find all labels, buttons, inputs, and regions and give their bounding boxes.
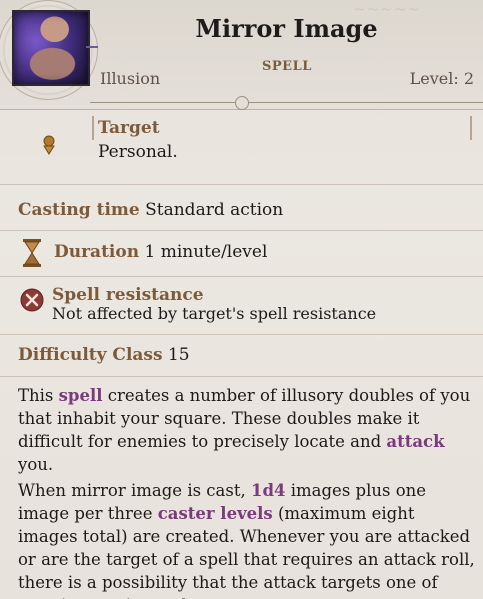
target-arrow-icon (43, 135, 55, 155)
difficulty-class-value: 15 (167, 345, 190, 365)
spell-tooltip: ~~~~~ Mirror Image SPELL Illusion Level:… (0, 0, 483, 599)
hourglass-icon (23, 239, 41, 267)
duration-label: Duration (54, 242, 140, 262)
no-resistance-icon (20, 288, 44, 312)
spell-title: Mirror Image (195, 14, 378, 43)
keyword-link-attack[interactable]: attack (386, 432, 444, 451)
target-label: Target (98, 118, 160, 138)
header-divider (90, 96, 483, 110)
keyword-link-spell[interactable]: spell (59, 386, 103, 405)
casting-time-row: Casting time Standard action (18, 200, 283, 220)
separator (0, 376, 483, 377)
description-paragraph: This spell creates a number of illusory … (18, 386, 471, 474)
divider-ornament (235, 96, 249, 110)
duration-row: Duration 1 minute/level (54, 242, 267, 262)
spell-description: This spell creates a number of illusory … (18, 384, 478, 599)
description-paragraph: When mirror image is cast, 1d4 images pl… (18, 481, 475, 599)
separator (0, 230, 483, 231)
target-value: Personal. (98, 142, 178, 162)
duration-value: 1 minute/level (144, 242, 268, 262)
spell-portrait-icon (12, 10, 90, 86)
difficulty-class-label: Difficulty Class (18, 345, 163, 365)
portrait-arrow-icon (86, 46, 98, 48)
casting-time-value: Standard action (145, 200, 284, 220)
spell-level: Level: 2 (409, 69, 474, 88)
spell-resistance-value: Not affected by target's spell resistanc… (52, 304, 377, 323)
spell-school: Illusion (100, 69, 161, 88)
casting-time-label: Casting time (18, 200, 140, 220)
keyword-link-caster-levels[interactable]: caster levels (158, 504, 273, 523)
separator (0, 276, 483, 277)
separator (0, 184, 483, 185)
difficulty-class-row: Difficulty Class 15 (18, 345, 190, 365)
spell-resistance-label: Spell resistance (52, 285, 204, 305)
spell-type: SPELL (262, 59, 312, 74)
separator (0, 334, 483, 335)
keyword-link-dice[interactable]: 1d4 (251, 481, 286, 500)
spell-header: ~~~~~ Mirror Image SPELL Illusion Level:… (0, 0, 483, 110)
